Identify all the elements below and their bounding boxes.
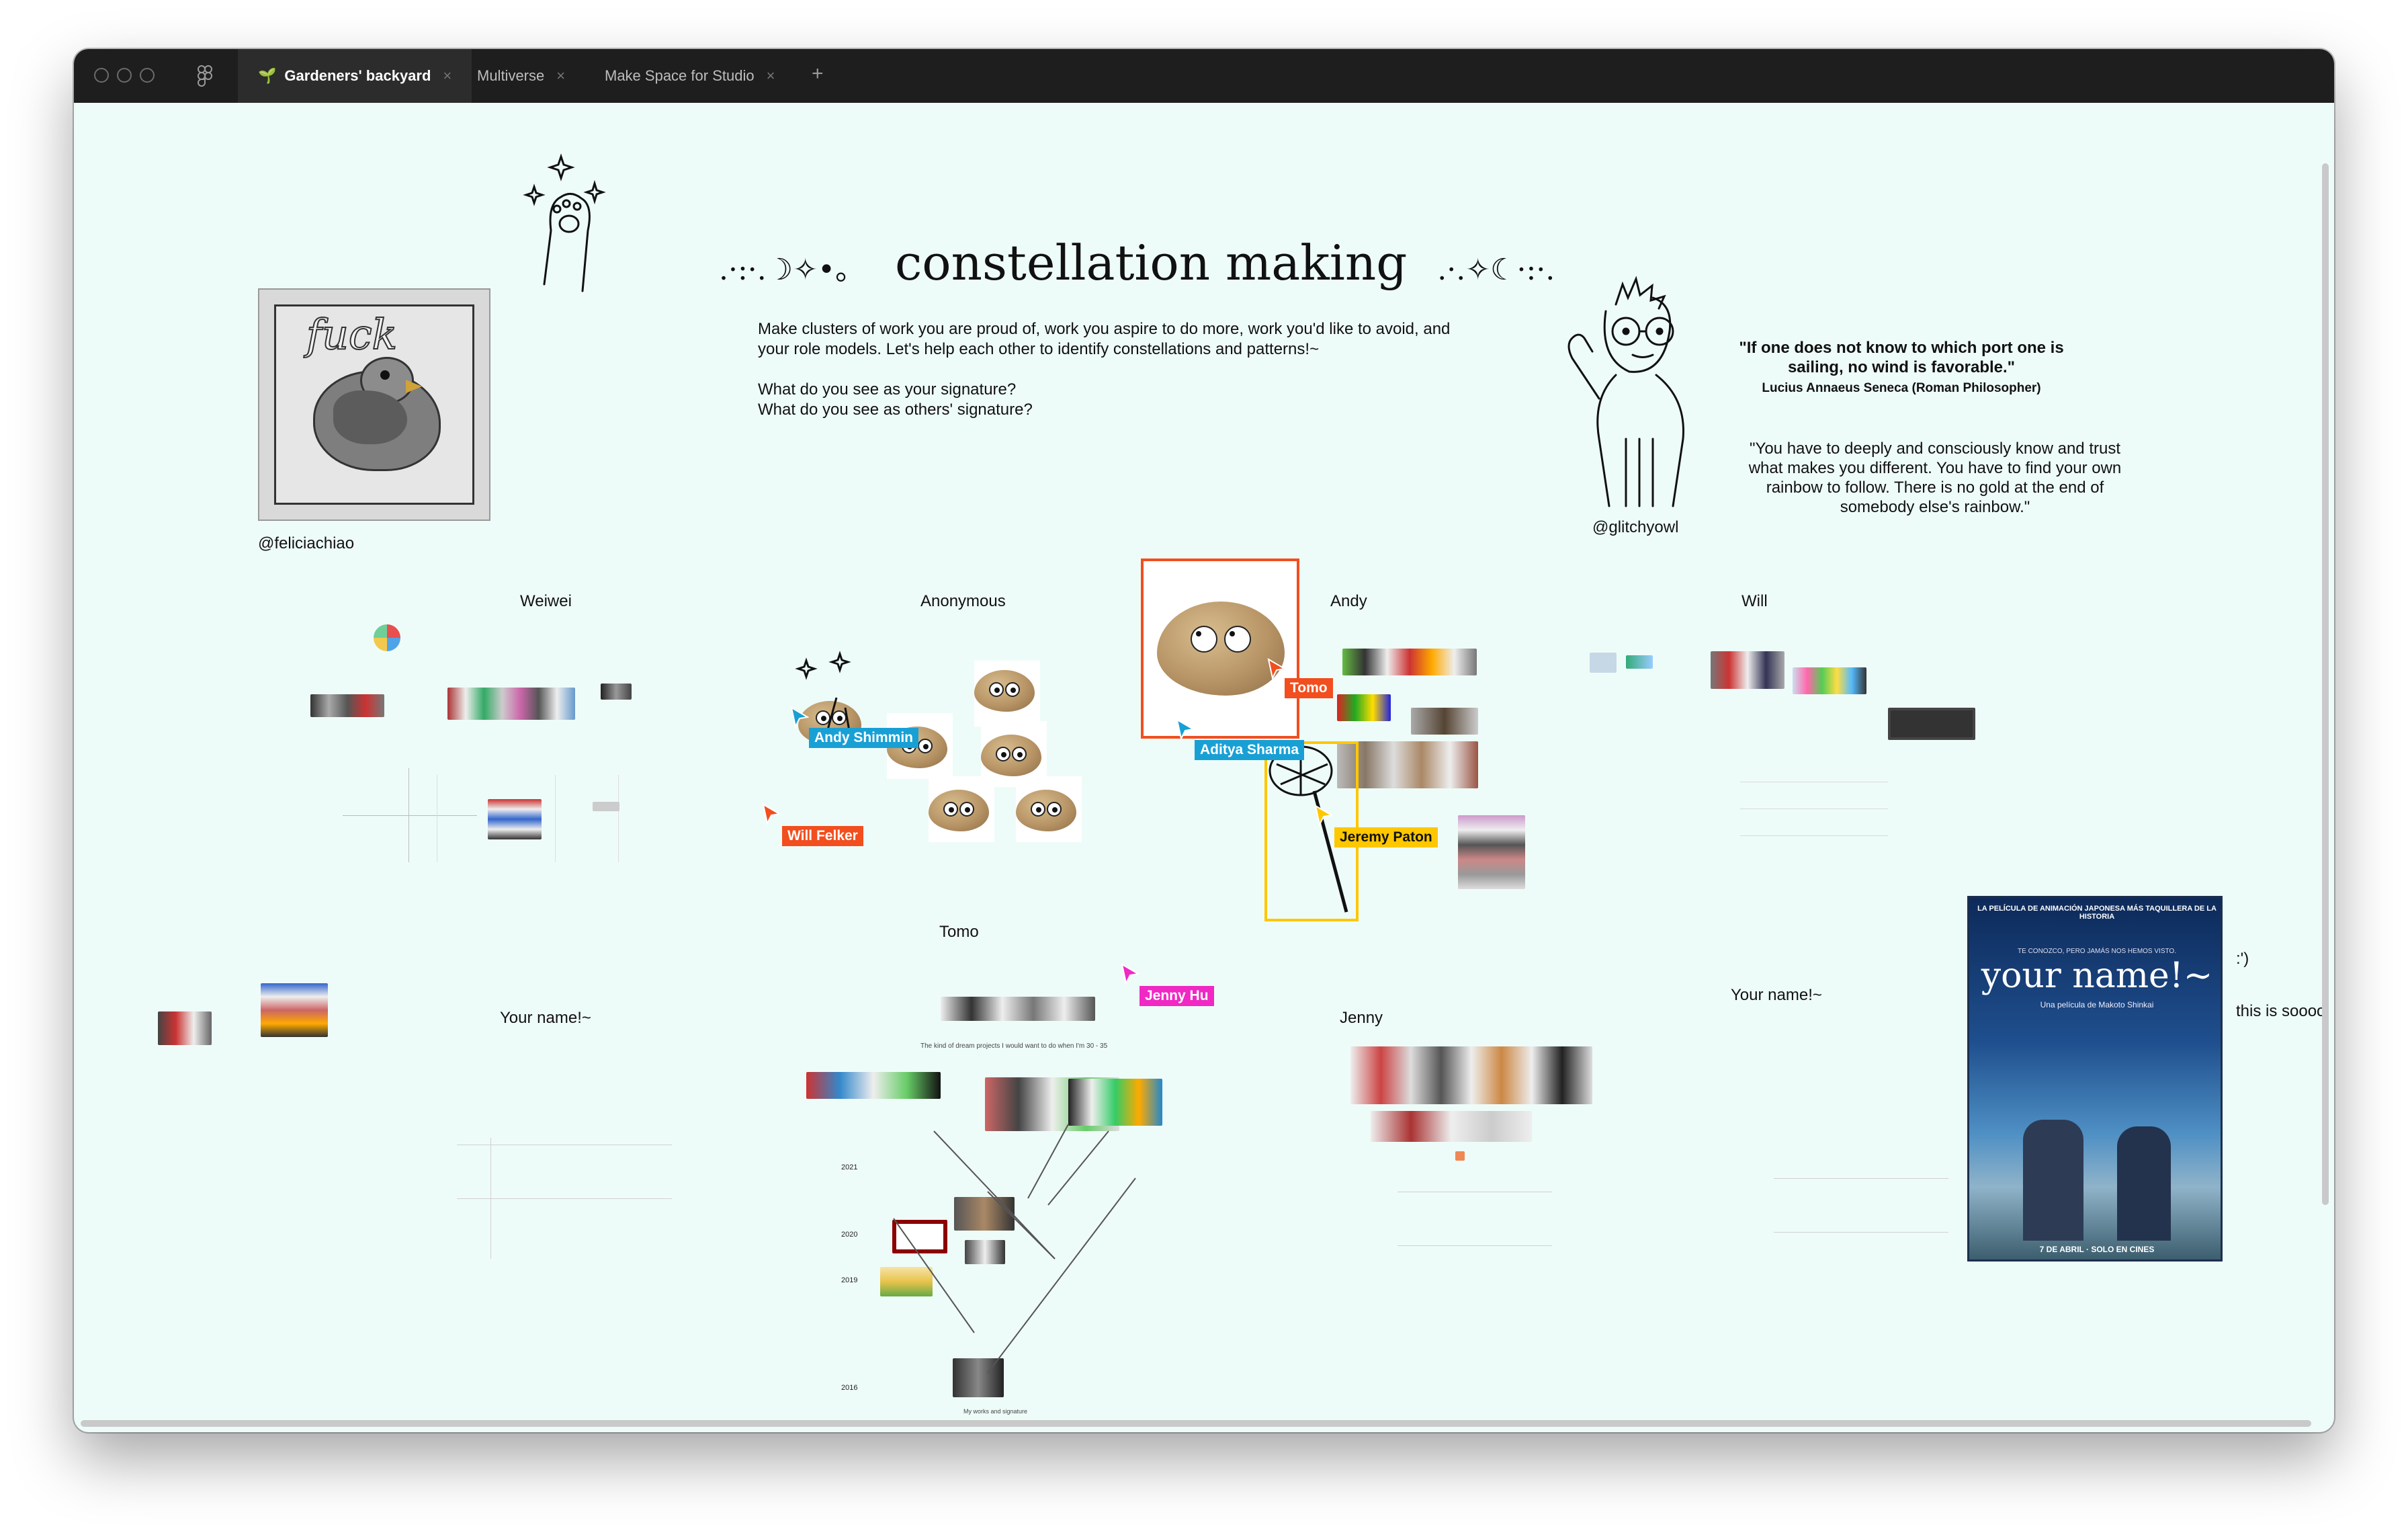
tab-make-space-for-studio[interactable]: Make Space for Studio × <box>585 49 795 103</box>
tab-gardeners-backyard[interactable]: 🌱 Gardeners' backyard × <box>238 49 472 103</box>
tab-close-icon[interactable]: × <box>556 67 565 85</box>
section-andy: Andy <box>1330 592 1367 610</box>
poster-subtitle: Una película de Makoto Shinkai <box>2040 1000 2154 1009</box>
question-1: What do you see as your signature? <box>758 380 1017 399</box>
tab-close-icon[interactable]: × <box>767 67 775 85</box>
image-strip-thumb[interactable] <box>1793 667 1866 694</box>
paw-doodle-icon <box>521 150 615 304</box>
section-tomo: Tomo <box>939 923 979 941</box>
image-strip-thumb[interactable] <box>1371 1111 1532 1142</box>
cursor-name-tag: Aditya Sharma <box>1195 740 1305 760</box>
intro-text: Make clusters of work you are proud of, … <box>758 320 1451 358</box>
titlebar: 🌱 Gardeners' backyard × Multiverse × Mak… <box>74 49 2334 103</box>
cursor-name-tag: Will Felker <box>782 826 863 846</box>
cursor-arrow-icon <box>790 706 810 729</box>
poster-top-line: LA PELÍCULA DE ANIMACIÓN JAPONESA MÁS TA… <box>1977 905 2217 921</box>
window-minimize-dot[interactable] <box>117 68 132 83</box>
cursor-name-tag: Tomo <box>1285 678 1333 698</box>
section-will: Will <box>1742 592 1768 610</box>
title-text: constellation making <box>894 235 1408 291</box>
color-wheel-thumb[interactable] <box>374 624 400 651</box>
cursor-arrow-icon <box>1121 962 1140 986</box>
tomo-footer: My works and signature <box>963 1408 1028 1415</box>
section-anonymous: Anonymous <box>920 592 1006 610</box>
poster-tagline: TE CONOZCO, PERO JAMÁS NOS HEMOS VISTO. <box>2018 948 2176 955</box>
selected-potato-image[interactable] <box>1141 558 1299 739</box>
potato-card[interactable] <box>1016 776 1082 842</box>
potato-card[interactable] <box>974 661 1040 727</box>
image-strip-thumb[interactable] <box>806 1072 941 1099</box>
your-name-poster-image[interactable]: LA PELÍCULA DE ANIMACIÓN JAPONESA MÁS TA… <box>1967 896 2223 1261</box>
image-stack-thumb[interactable] <box>488 799 542 839</box>
tab-label: Gardeners' backyard <box>284 67 431 84</box>
tab-label: Multiverse <box>477 67 545 84</box>
figma-logo-icon[interactable] <box>197 65 212 87</box>
horizontal-scrollbar[interactable] <box>81 1420 2311 1427</box>
section-your-name-left: Your name!~ <box>500 1009 591 1027</box>
left-handle-text: @feliciachiao <box>258 534 355 552</box>
question-2: What do you see as others' signature? <box>758 401 1033 419</box>
section-your-name-right: Your name!~ <box>1731 986 1822 1004</box>
image-thumb[interactable] <box>1590 653 1617 673</box>
cursor-name-tag: Jenny Hu <box>1140 986 1214 1006</box>
timeline-arrows <box>853 1111 1189 1393</box>
poster-release: 7 DE ABRIL · SOLO EN CINES <box>2039 1245 2155 1254</box>
sticker-word: fuck <box>306 309 398 360</box>
window-close-dot[interactable] <box>94 68 109 83</box>
poster-title: your name!~ <box>1981 956 2213 996</box>
potato-card[interactable] <box>929 776 994 842</box>
pigeon-sticker-image[interactable]: fuck <box>258 288 490 521</box>
image-strip-thumb[interactable] <box>310 694 384 717</box>
vertical-scrollbar[interactable] <box>2322 163 2329 1205</box>
image-strip-thumb[interactable] <box>447 688 575 720</box>
quote2-text: "You have to deeply and consciously know… <box>1748 440 2122 516</box>
image-strip-thumb[interactable] <box>941 997 1095 1021</box>
tab-close-icon[interactable]: × <box>443 67 452 85</box>
image-strip-thumb[interactable] <box>1342 649 1477 675</box>
new-tab-plus-icon[interactable]: + <box>812 63 824 85</box>
image-strip-thumb[interactable] <box>1337 694 1391 721</box>
figma-window: 🌱 Gardeners' backyard × Multiverse × Mak… <box>74 49 2334 1432</box>
image-strip-thumb[interactable] <box>601 684 632 700</box>
tab-multiverse[interactable]: Multiverse × <box>457 49 585 103</box>
cursor-arrow-icon <box>762 802 781 826</box>
tab-label: Make Space for Studio <box>605 67 755 84</box>
image-grid-thumb[interactable] <box>158 1011 212 1045</box>
title-left-deco: .·:·.☽✧•。 <box>719 253 865 287</box>
cursor-arrow-icon <box>1267 657 1287 681</box>
image-grid-thumb[interactable] <box>1350 1046 1592 1104</box>
cursor-arrow-icon <box>1176 718 1195 741</box>
section-weiwei: Weiwei <box>520 592 572 610</box>
title-right-deco: .·.✧☾·:·. <box>1437 253 1555 287</box>
page-title: .·:·.☽✧•。 constellation making .·.✧☾·:·. <box>719 235 1555 291</box>
window-zoom-dot[interactable] <box>140 68 155 83</box>
cursor-arrow-icon <box>1314 804 1334 827</box>
color-palette-thumb[interactable] <box>1888 708 1975 740</box>
image-grid-thumb[interactable] <box>1458 815 1525 889</box>
glitchyowl-doodle-icon <box>1552 264 1727 513</box>
image-thumb[interactable] <box>1455 1151 1465 1161</box>
figjam-canvas[interactable]: fuck @feliciachiao .·:·.☽✧•。 constellati… <box>74 103 2334 1432</box>
cursor-name-tag: Jeremy Paton <box>1334 827 1438 847</box>
quote1-author: Lucius Annaeus Seneca (Roman Philosopher… <box>1762 381 2041 395</box>
image-strip-thumb[interactable] <box>1411 708 1478 735</box>
side-note-1: :') <box>2236 950 2249 968</box>
cursor-name-tag: Andy Shimmin <box>809 728 919 748</box>
quote1-text: "If one does not know to which port one … <box>1739 339 2064 376</box>
tomo-caption: The kind of dream projects I would want … <box>920 1042 1108 1050</box>
section-jenny: Jenny <box>1340 1009 1383 1027</box>
sprout-icon: 🌱 <box>258 67 277 84</box>
right-handle-text: @glitchyowl <box>1592 518 1679 536</box>
image-thumb[interactable] <box>1626 655 1653 669</box>
side-note-2: this is soooo <box>2236 1002 2326 1020</box>
image-grid-thumb[interactable] <box>1711 651 1784 689</box>
image-grid-thumb[interactable] <box>261 983 328 1037</box>
